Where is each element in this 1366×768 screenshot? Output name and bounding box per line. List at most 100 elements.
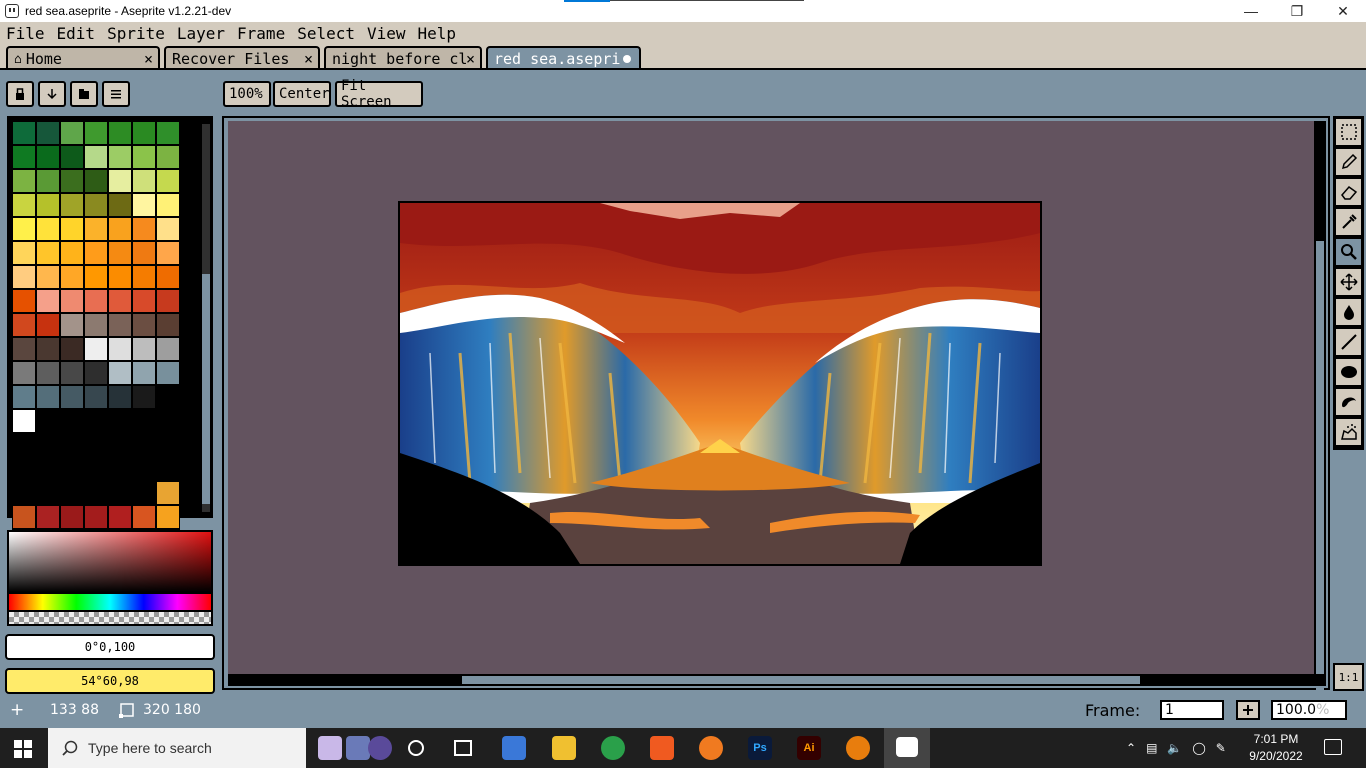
palette-swatch[interactable]: [36, 337, 60, 361]
palette-swatch[interactable]: [60, 241, 84, 265]
hue-slider[interactable]: [9, 592, 211, 610]
palette-swatch[interactable]: [36, 265, 60, 289]
palette-swatch[interactable]: [132, 409, 156, 433]
minimize-button[interactable]: —: [1228, 0, 1274, 22]
blender-icon[interactable]: [846, 736, 870, 760]
palette-swatch[interactable]: [12, 433, 36, 457]
photoshop-icon[interactable]: Ps: [748, 736, 772, 760]
palette-swatch[interactable]: [132, 265, 156, 289]
sort-palette-button[interactable]: [38, 81, 66, 107]
tab-recover-close-icon[interactable]: ×: [304, 50, 313, 68]
palette-swatch[interactable]: [12, 193, 36, 217]
palette-swatch[interactable]: [60, 409, 84, 433]
horizontal-scroll-thumb[interactable]: [462, 676, 1140, 684]
palette-swatch[interactable]: [84, 505, 108, 529]
palette-swatch[interactable]: [60, 481, 84, 505]
palette-swatch[interactable]: [84, 289, 108, 313]
file-explorer-icon[interactable]: [552, 736, 576, 760]
lock-palette-button[interactable]: [6, 81, 34, 107]
palette-swatch[interactable]: [108, 409, 132, 433]
move-tool[interactable]: [1335, 268, 1362, 296]
palette-swatch[interactable]: [132, 457, 156, 481]
palette-swatch[interactable]: [108, 361, 132, 385]
palette-swatch[interactable]: [12, 313, 36, 337]
palette-swatch[interactable]: [156, 481, 180, 505]
tab-home-close-icon[interactable]: ×: [144, 50, 153, 68]
editor-vertical-scrollbar[interactable]: [1314, 121, 1326, 691]
cortana-icon[interactable]: [408, 740, 424, 756]
palette-swatch[interactable]: [108, 265, 132, 289]
palette-swatch[interactable]: [108, 217, 132, 241]
palette-swatch[interactable]: [36, 457, 60, 481]
palette-swatch[interactable]: [12, 145, 36, 169]
brave-icon[interactable]: [650, 736, 674, 760]
palette-swatch[interactable]: [156, 145, 180, 169]
palette-swatch[interactable]: [108, 433, 132, 457]
menu-view[interactable]: View: [367, 24, 406, 43]
palette-swatch[interactable]: [60, 433, 84, 457]
palette-scroll-thumb[interactable]: [202, 274, 210, 504]
alpha-slider[interactable]: [9, 610, 211, 624]
palette-swatch[interactable]: [84, 481, 108, 505]
pencil-tool[interactable]: [1335, 148, 1362, 176]
palette-swatch[interactable]: [156, 385, 180, 409]
palette-swatch[interactable]: [84, 193, 108, 217]
palette-swatch[interactable]: [60, 289, 84, 313]
palette-swatch[interactable]: [12, 217, 36, 241]
palette-swatch[interactable]: [108, 505, 132, 529]
palette-swatch[interactable]: [12, 457, 36, 481]
close-window-button[interactable]: ✕: [1320, 0, 1366, 22]
palette-swatch[interactable]: [156, 361, 180, 385]
palette-swatch[interactable]: [108, 385, 132, 409]
rectangular-marquee-tool[interactable]: [1335, 118, 1362, 146]
palette-presets-button[interactable]: [70, 81, 98, 107]
palette-swatch[interactable]: [108, 193, 132, 217]
editor-horizontal-scrollbar[interactable]: [228, 674, 1326, 686]
tab-night-before[interactable]: night before cl ×: [324, 46, 482, 70]
palette-swatch[interactable]: [132, 505, 156, 529]
palette-swatch[interactable]: [60, 361, 84, 385]
palette-swatch[interactable]: [84, 385, 108, 409]
palette-swatch[interactable]: [156, 217, 180, 241]
line-tool[interactable]: [1335, 328, 1362, 356]
palette-swatch[interactable]: [108, 337, 132, 361]
palette-swatch[interactable]: [60, 457, 84, 481]
zoom-100-button[interactable]: 100%: [223, 81, 271, 107]
volume-icon[interactable]: 🔈: [1167, 741, 1182, 755]
palette-swatch[interactable]: [132, 433, 156, 457]
palette-swatch[interactable]: [12, 361, 36, 385]
zoom-input[interactable]: 100.0%: [1271, 700, 1347, 720]
palette-swatch[interactable]: [156, 193, 180, 217]
palette-swatch[interactable]: [36, 481, 60, 505]
palette-swatch[interactable]: [36, 217, 60, 241]
palette-swatch[interactable]: [84, 433, 108, 457]
palette-swatch[interactable]: [60, 265, 84, 289]
palette-swatch[interactable]: [36, 121, 60, 145]
palette-swatch[interactable]: [84, 457, 108, 481]
chrome-icon[interactable]: [601, 736, 625, 760]
palette-swatch[interactable]: [84, 145, 108, 169]
palette-swatch[interactable]: [36, 361, 60, 385]
clock-app-icon[interactable]: [368, 736, 392, 760]
palette-swatch[interactable]: [84, 409, 108, 433]
palette-swatch[interactable]: [156, 241, 180, 265]
palette-swatch[interactable]: [36, 169, 60, 193]
palette-swatch[interactable]: [60, 145, 84, 169]
palette-swatch[interactable]: [108, 145, 132, 169]
palette-swatch[interactable]: [84, 169, 108, 193]
notification-icon[interactable]: [1324, 739, 1342, 755]
palette-swatch[interactable]: [132, 313, 156, 337]
palette-swatch[interactable]: [84, 313, 108, 337]
illustrator-icon[interactable]: Ai: [797, 736, 821, 760]
palette-swatch[interactable]: [12, 265, 36, 289]
palette-swatch[interactable]: [36, 241, 60, 265]
zoom-tool[interactable]: [1335, 238, 1362, 266]
background-color-field[interactable]: 54°60,98: [5, 668, 215, 694]
palette-swatch[interactable]: [36, 145, 60, 169]
palette-swatch[interactable]: [108, 313, 132, 337]
palette-swatch[interactable]: [132, 193, 156, 217]
palette-swatch[interactable]: [84, 241, 108, 265]
palette-swatch[interactable]: [156, 409, 180, 433]
palette-swatch[interactable]: [12, 409, 36, 433]
task-view-icon[interactable]: [454, 740, 472, 756]
